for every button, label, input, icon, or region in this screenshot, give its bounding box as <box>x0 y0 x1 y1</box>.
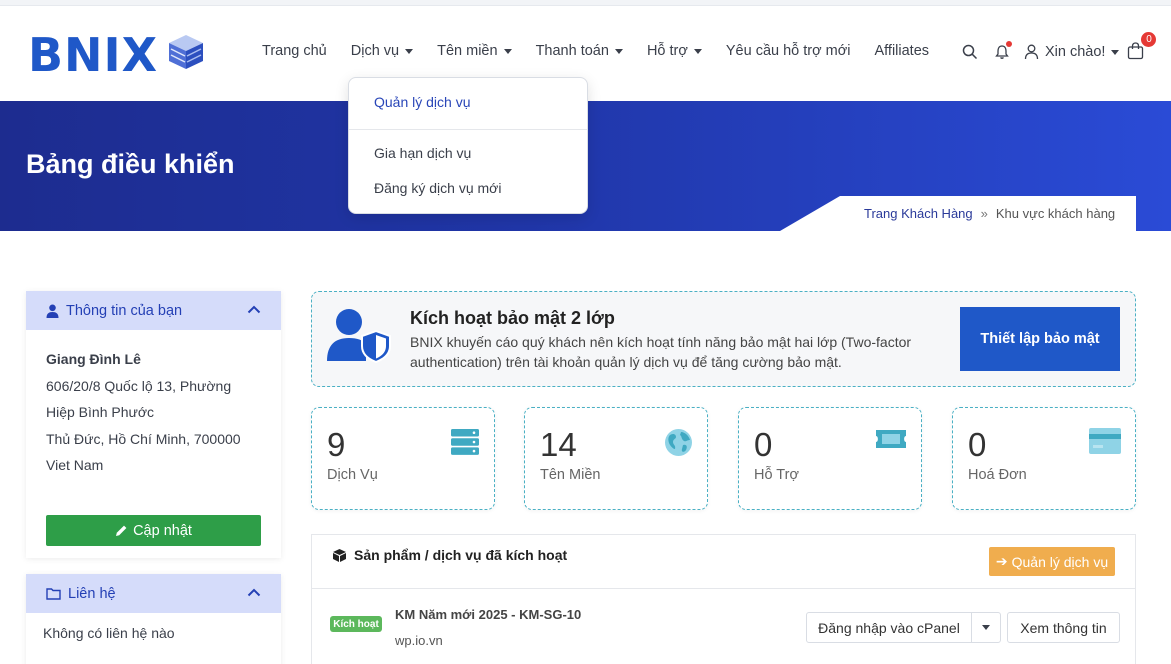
user-menu[interactable]: Xin chào! <box>1024 44 1120 60</box>
manage-label: Quản lý dịch vụ <box>1011 553 1109 570</box>
menu-item-renew-services[interactable]: Gia hạn dịch vụ <box>374 145 471 161</box>
contacts-panel: Liên hệ Không có liên hệ nào <box>26 574 281 664</box>
status-badge: Kích hoạt <box>330 616 382 632</box>
menu-divider <box>349 129 587 130</box>
update-label: Cập nhật <box>133 522 192 539</box>
caret-down-icon <box>693 48 702 54</box>
caret-down-icon <box>405 48 414 54</box>
your-info-body: Giang Đình Lê 606/20/8 Quốc lộ 13, Phườn… <box>26 330 281 479</box>
address-line: 606/20/8 Quốc lộ 13, Phường <box>46 377 232 394</box>
divider <box>312 588 1135 589</box>
stat-value: 14 <box>540 426 577 463</box>
manage-services-button[interactable]: ➔ Quản lý dịch vụ <box>989 547 1115 576</box>
header-tools: Xin chào! 0 <box>960 32 1157 62</box>
breadcrumb-current: Khu vực khách hàng <box>995 206 1116 221</box>
chevron-up-icon[interactable] <box>247 588 261 597</box>
setup-security-button[interactable]: Thiết lập bảo mật <box>960 307 1120 371</box>
update-button[interactable]: Cập nhật <box>46 515 261 546</box>
your-info-header[interactable]: Thông tin của bạn <box>26 291 281 330</box>
cube-icon <box>333 548 346 562</box>
stat-invoices[interactable]: 0 Hoá Đơn <box>952 407 1136 510</box>
breadcrumb: Trang Khách Hàng » Khu vực khách hàng <box>780 196 1136 231</box>
product-name[interactable]: KM Năm mới 2025 - KM-SG-10 <box>395 607 581 622</box>
logo-cube-icon <box>166 32 206 77</box>
main-nav: Trang chủ Dịch vụ Tên miền Thanh toán Hỗ… <box>262 43 953 59</box>
nav-item-new-ticket[interactable]: Yêu cầu hỗ trợ mới <box>726 43 851 59</box>
stat-value: 0 <box>754 426 773 463</box>
panel-title: Thông tin của bạn <box>66 302 183 319</box>
folder-icon <box>46 588 61 600</box>
arrow-right-icon: ➔ <box>995 553 1008 569</box>
active-products-panel: Sản phẩm / dịch vụ đã kích hoạt ➔ Quản l… <box>311 534 1136 664</box>
panel-title: Liên hệ <box>68 585 116 602</box>
nav-label: Dịch vụ <box>350 43 400 59</box>
caret-down-icon <box>1111 49 1120 55</box>
greeting-label: Xin chào! <box>1045 44 1106 60</box>
nav-item-support[interactable]: Hỗ trợ <box>647 43 702 59</box>
caret-down-icon <box>982 625 990 630</box>
brand-logo[interactable]: BNIX <box>28 27 206 82</box>
nav-item-domains[interactable]: Tên miền <box>437 43 512 59</box>
user-icon <box>1024 44 1039 60</box>
nav-item-home[interactable]: Trang chủ <box>262 43 327 59</box>
stat-label: Hoá Đơn <box>968 467 1027 483</box>
two-factor-description: BNIX khuyến cáo quý khách nên kích hoạt … <box>410 334 912 370</box>
address-line: Thủ Đức, Hồ Chí Minh, 700000 <box>46 430 241 447</box>
two-factor-banner: Kích hoạt bảo mật 2 lớp BNIX khuyến cáo … <box>311 291 1136 387</box>
view-details-button[interactable]: Xem thông tin <box>1007 612 1120 643</box>
menu-item-manage-services[interactable]: Quản lý dịch vụ <box>374 94 471 110</box>
stat-domains[interactable]: 14 Tên Miền <box>524 407 708 510</box>
nav-item-affiliates[interactable]: Affiliates <box>874 43 929 59</box>
nav-item-services[interactable]: Dịch vụ <box>350 43 414 59</box>
nav-label: Yêu cầu hỗ trợ mới <box>725 43 851 59</box>
globe-icon <box>664 428 693 462</box>
page-title: Bảng điều khiển <box>26 149 235 179</box>
stat-support[interactable]: 0 Hỗ Trợ <box>738 407 922 510</box>
user-shield-icon <box>327 307 393 368</box>
address-line: Viet Nam <box>46 457 104 473</box>
login-options-toggle[interactable] <box>971 612 1001 643</box>
products-header: Sản phẩm / dịch vụ đã kích hoạt <box>332 547 567 563</box>
logo-text: BNIX <box>28 27 159 82</box>
contacts-empty-text: Không có liên hệ nào <box>43 625 175 641</box>
stat-value: 0 <box>968 426 987 463</box>
user-icon <box>46 304 59 318</box>
nav-item-billing[interactable]: Thanh toán <box>536 43 623 59</box>
credit-card-icon <box>1089 428 1121 459</box>
shopping-bag-icon <box>1128 42 1144 60</box>
nav-label: Thanh toán <box>535 43 609 59</box>
client-name: Giang Đình Lê <box>46 351 141 367</box>
menu-item-order-new-service[interactable]: Đăng ký dịch vụ mới <box>374 180 501 196</box>
products-title: Sản phẩm / dịch vụ đã kích hoạt <box>354 547 568 563</box>
two-factor-title: Kích hoạt bảo mật 2 lớp <box>410 308 615 328</box>
stat-services[interactable]: 9 Dịch Vụ <box>311 407 495 510</box>
breadcrumb-separator: » <box>980 206 988 221</box>
breadcrumb-link[interactable]: Trang Khách Hàng <box>864 206 973 221</box>
nav-label: Trang chủ <box>262 43 327 59</box>
services-dropdown-menu: Quản lý dịch vụ Gia hạn dịch vụ Đăng ký … <box>348 77 588 214</box>
address-line: Hiệp Bình Phước <box>46 404 155 420</box>
nav-label: Tên miền <box>437 43 498 59</box>
pencil-icon <box>116 525 127 536</box>
chevron-up-icon[interactable] <box>247 305 261 314</box>
notification-dot <box>1006 41 1012 47</box>
cart-button[interactable]: 0 <box>1127 32 1157 62</box>
stat-label: Dịch Vụ <box>327 467 378 483</box>
stat-label: Hỗ Trợ <box>754 467 799 483</box>
product-domain: wp.io.vn <box>395 633 443 648</box>
cart-count-badge: 0 <box>1141 32 1157 47</box>
contacts-header[interactable]: Liên hệ <box>26 574 281 613</box>
your-info-panel: Thông tin của bạn Giang Đình Lê 606/20/8… <box>26 291 281 558</box>
login-cpanel-button[interactable]: Đăng nhập vào cPanel <box>806 612 972 643</box>
caret-down-icon <box>503 48 512 54</box>
nav-label: Hỗ trợ <box>646 43 688 59</box>
caret-down-icon <box>614 48 623 54</box>
stat-value: 9 <box>327 426 346 463</box>
server-icon <box>450 428 480 461</box>
stat-label: Tên Miền <box>540 467 601 483</box>
ticket-icon <box>875 428 907 455</box>
bell-icon[interactable] <box>992 41 1012 62</box>
nav-label: Affiliates <box>874 43 930 59</box>
search-icon[interactable] <box>960 42 980 62</box>
